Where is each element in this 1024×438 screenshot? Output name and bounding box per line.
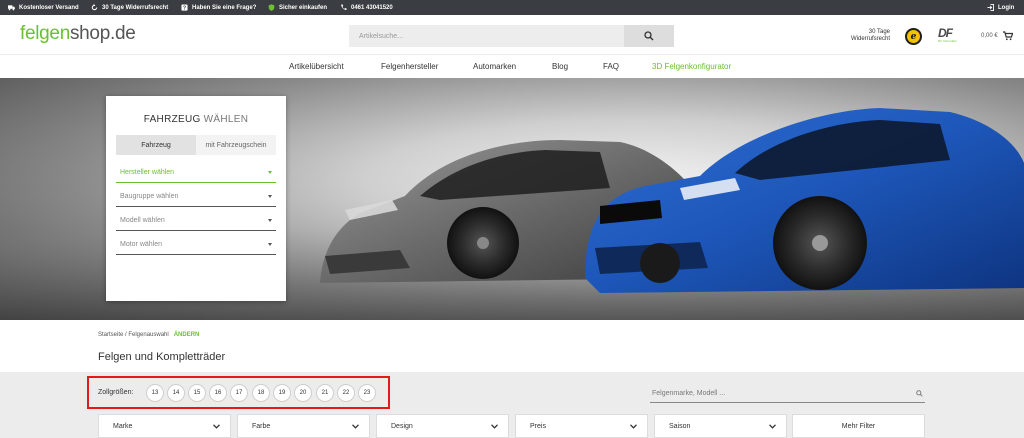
topbar-shipping-label: Kostenloser Versand: [19, 4, 79, 11]
shield-icon: [268, 4, 275, 11]
nav-item-faq[interactable]: FAQ: [603, 62, 619, 71]
chevron-down-icon: [769, 424, 776, 429]
color-dropdown[interactable]: Farbe: [237, 414, 370, 438]
size-button-17[interactable]: 17: [230, 384, 248, 402]
brand-search-input[interactable]: Felgenmarke, Modell ...: [650, 385, 925, 403]
chevron-down-icon: [213, 424, 220, 429]
size-button-20[interactable]: 20: [294, 384, 312, 402]
trusted-shops-badge[interactable]: e: [905, 28, 922, 45]
model-select-label: Modell wählen: [120, 217, 165, 224]
truck-icon: [8, 4, 15, 11]
phone-icon: [340, 4, 347, 11]
chevron-down-icon: [268, 171, 272, 174]
return-arrow-icon: [91, 4, 98, 11]
nav-item-configurator[interactable]: 3D Felgenkonfigurator: [652, 62, 731, 71]
chevron-down-icon: [268, 243, 272, 246]
size-button-19[interactable]: 19: [273, 384, 291, 402]
breadcrumb: Startseite / Felgenauswahl ÄNDERN: [98, 332, 199, 338]
search-bar: Artikelsuche...: [349, 25, 674, 47]
search-input[interactable]: Artikelsuche...: [349, 25, 624, 47]
vehicle-panel-title: FAHRZEUG WÄHLEN: [106, 114, 286, 125]
season-dropdown-label: Saison: [669, 422, 691, 430]
color-dropdown-label: Farbe: [252, 422, 271, 430]
brand-search-placeholder: Felgenmarke, Modell ...: [652, 390, 726, 397]
size-button-14[interactable]: 14: [167, 384, 185, 402]
site-logo[interactable]: felgenshop.de: [20, 23, 136, 45]
chevron-down-icon: [630, 424, 637, 429]
cart-button[interactable]: 0,00 €: [981, 31, 1013, 41]
tab-registration[interactable]: mit Fahrzeugschein: [196, 135, 276, 155]
df-logo-sub: DF FELGEN: [938, 39, 957, 43]
breadcrumb-path[interactable]: Startseite / Felgenauswahl: [98, 332, 169, 338]
chevron-down-icon: [268, 195, 272, 198]
df-logo-mark: DF: [938, 26, 953, 40]
tab-vehicle[interactable]: Fahrzeug: [116, 135, 196, 155]
df-logo[interactable]: DF DF FELGEN: [938, 26, 964, 46]
vehicle-panel-title-light: WÄHLEN: [200, 114, 249, 125]
topbar-secure[interactable]: Sicher einkaufen: [268, 0, 327, 15]
change-link[interactable]: ÄNDERN: [174, 332, 200, 338]
main-nav: Artikelübersicht Felgenhersteller Automa…: [0, 56, 1024, 78]
login-label: Login: [998, 4, 1015, 11]
size-button-18[interactable]: 18: [252, 384, 270, 402]
topbar-question[interactable]: ? Haben Sie eine Frage?: [181, 0, 256, 15]
model-select[interactable]: Modell wählen: [116, 211, 276, 231]
chevron-down-icon: [352, 424, 359, 429]
series-select-label: Baugruppe wählen: [120, 193, 179, 200]
topbar-question-label: Haben Sie eine Frage?: [192, 4, 257, 11]
topbar-phone[interactable]: 0461 43041520: [340, 0, 393, 15]
trusted-shops-letter: e: [907, 30, 920, 43]
chevron-down-icon: [268, 219, 272, 222]
svg-text:?: ?: [183, 6, 186, 11]
size-button-15[interactable]: 15: [188, 384, 206, 402]
manufacturer-select-label: Hersteller wählen: [120, 169, 175, 176]
topbar-shipping[interactable]: Kostenloser Versand: [8, 0, 79, 15]
nav-item-manufacturers[interactable]: Felgenhersteller: [381, 62, 438, 71]
design-dropdown[interactable]: Design: [376, 414, 509, 438]
topbar-phone-label: 0461 43041520: [351, 4, 393, 11]
engine-select[interactable]: Motor wählen: [116, 235, 276, 255]
season-dropdown[interactable]: Saison: [654, 414, 787, 438]
question-icon: ?: [181, 4, 188, 11]
cart-amount: 0,00 €: [981, 33, 998, 39]
sizes-label: Zollgrößen:: [98, 389, 134, 396]
login-icon: [987, 4, 994, 11]
logo-prefix: felgen: [20, 23, 70, 44]
nav-item-blog[interactable]: Blog: [552, 62, 568, 71]
topbar: Kostenloser Versand 30 Tage Widerrufsrec…: [0, 0, 1024, 15]
manufacturer-select[interactable]: Hersteller wählen: [116, 163, 276, 183]
nav-item-articles[interactable]: Artikelübersicht: [289, 62, 344, 71]
more-filters-button[interactable]: Mehr Filter: [792, 414, 925, 438]
size-button-21[interactable]: 21: [316, 384, 334, 402]
topbar-secure-label: Sicher einkaufen: [279, 4, 328, 11]
design-dropdown-label: Design: [391, 422, 413, 430]
login-link[interactable]: Login: [987, 0, 1014, 15]
brand-dropdown-label: Marke: [113, 422, 133, 430]
size-button-23[interactable]: 23: [358, 384, 376, 402]
topbar-return-label: 30 Tage Widerrufsrecht: [102, 4, 169, 11]
return-policy-line1: 30 Tage: [868, 29, 890, 35]
site-header: felgenshop.de Artikelsuche... 30 Tage Wi…: [0, 15, 1024, 55]
search-button[interactable]: [624, 25, 674, 47]
page-title: Felgen und Kompletträder: [98, 351, 226, 363]
return-policy-note: 30 Tage Widerrufsrecht: [836, 29, 890, 43]
size-button-13[interactable]: 13: [146, 384, 164, 402]
return-policy-line2: Widerrufsrecht: [850, 36, 890, 42]
chevron-down-icon: [491, 424, 498, 429]
price-dropdown[interactable]: Preis: [515, 414, 648, 438]
logo-suffix: shop.de: [69, 23, 136, 44]
topbar-return[interactable]: 30 Tage Widerrufsrecht: [91, 0, 168, 15]
vehicle-panel-title-bold: FAHRZEUG: [143, 114, 201, 125]
engine-select-label: Motor wählen: [120, 241, 163, 248]
search-icon: [644, 31, 654, 41]
nav-item-car-brands[interactable]: Automarken: [473, 62, 516, 71]
price-dropdown-label: Preis: [530, 422, 546, 430]
size-button-22[interactable]: 22: [337, 384, 355, 402]
size-button-16[interactable]: 16: [209, 384, 227, 402]
brand-dropdown[interactable]: Marke: [98, 414, 231, 438]
cart-icon: [1002, 31, 1013, 41]
series-select[interactable]: Baugruppe wählen: [116, 187, 276, 207]
search-icon: [916, 390, 923, 397]
